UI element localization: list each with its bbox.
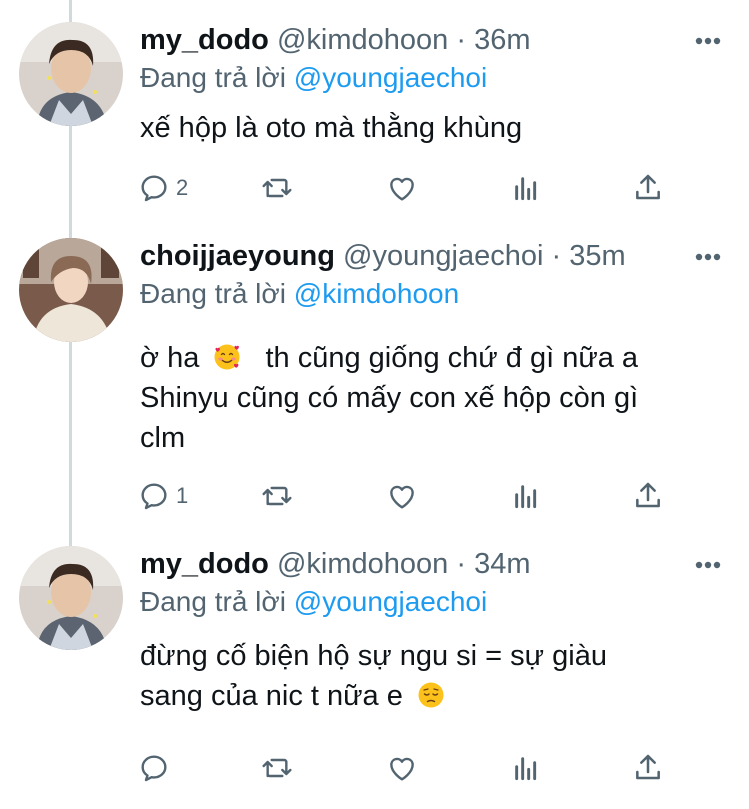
tweet-text-line: clm <box>140 422 186 454</box>
analytics-icon <box>515 757 537 781</box>
retweet-icon <box>262 486 292 506</box>
replying-to: Đang trả lời @youngjaechoi <box>140 62 487 94</box>
tweet-text-line: ờ ha th cũng giống chứ đ gì nữa a <box>140 338 720 378</box>
like-icon <box>390 485 414 509</box>
share-icon <box>636 482 660 508</box>
more-icon[interactable] <box>695 561 721 569</box>
share-button[interactable] <box>632 168 664 208</box>
tweet-text-line: sang của nic t nữa e <box>140 676 720 716</box>
tweet-header: my_dodo @kimdohoon · 36m <box>140 24 531 57</box>
share-button[interactable] <box>632 476 664 516</box>
tweet-text: đừng cố biện hộ sự ngu si = sự giàu sang… <box>140 636 720 716</box>
display-name[interactable]: my_dodo <box>140 548 269 580</box>
share-icon <box>636 754 660 780</box>
analytics-icon <box>515 485 537 509</box>
mention-link[interactable]: @kimdohoon <box>294 278 459 309</box>
username[interactable]: @kimdohoon <box>277 548 448 580</box>
tweet-text-line: xế hộp là oto mà thằng khùng <box>140 112 523 144</box>
tweet-text-segment: sang của nic t nữa e <box>140 680 403 712</box>
separator-dot: · <box>456 24 467 56</box>
avatar[interactable] <box>19 238 123 342</box>
tweet-2[interactable]: choijjaeyoung @youngjaechoi · 35m Đang t… <box>0 216 749 532</box>
reply-count: 2 <box>176 175 189 200</box>
replying-to: Đang trả lời @youngjaechoi <box>140 586 487 618</box>
mention-link[interactable]: @youngjaechoi <box>294 62 487 93</box>
username[interactable]: @kimdohoon <box>277 24 448 56</box>
analytics-icon <box>515 177 537 201</box>
timestamp[interactable]: 35m <box>569 240 625 272</box>
reply-icon <box>141 175 167 202</box>
reply-button[interactable] <box>138 748 176 788</box>
reply-button[interactable]: 2 <box>138 168 188 208</box>
tweet-text-segment: ờ ha <box>140 342 200 374</box>
retweet-button[interactable] <box>261 476 293 516</box>
pensive-face-icon <box>418 682 444 708</box>
like-button[interactable] <box>386 168 418 208</box>
more-icon[interactable] <box>695 37 721 45</box>
retweet-icon <box>262 178 292 198</box>
action-bar <box>138 748 668 788</box>
replying-to: Đang trả lời @kimdohoon <box>140 278 459 310</box>
avatar[interactable] <box>19 546 123 650</box>
tweet-text-segment: th cũng giống chứ đ gì nữa a <box>265 342 639 374</box>
separator-dot: · <box>551 240 562 272</box>
display-name[interactable]: choijjaeyoung <box>140 240 335 272</box>
like-icon <box>390 177 414 201</box>
action-bar: 1 <box>138 476 668 516</box>
tweet-3[interactable]: my_dodo @kimdohoon · 34m Đang trả lời @y… <box>0 524 749 809</box>
retweet-button[interactable] <box>261 748 293 788</box>
analytics-button[interactable] <box>510 748 542 788</box>
avatar[interactable] <box>19 22 123 126</box>
reply-count: 1 <box>176 483 189 508</box>
tweet-text-line: đừng cố biện hộ sự ngu si = sự giàu <box>140 640 607 672</box>
tweet-header: choijjaeyoung @youngjaechoi · 35m <box>140 240 626 273</box>
like-button[interactable] <box>386 748 418 788</box>
analytics-button[interactable] <box>510 168 542 208</box>
tweet-header: my_dodo @kimdohoon · 34m <box>140 548 531 581</box>
retweet-icon <box>262 758 292 778</box>
retweet-button[interactable] <box>261 168 293 208</box>
reply-icon <box>141 755 167 782</box>
like-button[interactable] <box>386 476 418 516</box>
replying-to-label: Đang trả lời <box>140 278 286 309</box>
more-icon[interactable] <box>695 253 721 261</box>
tweet-text: xế hộp là oto mà thằng khùng <box>140 108 720 148</box>
share-icon <box>636 174 660 200</box>
username[interactable]: @youngjaechoi <box>343 240 543 272</box>
share-button[interactable] <box>632 748 664 788</box>
mention-link[interactable]: @youngjaechoi <box>294 586 487 617</box>
tweet-1[interactable]: my_dodo @kimdohoon · 36m Đang trả lời @y… <box>0 0 749 216</box>
tweet-text: ờ ha th cũng giống chứ đ gì nữa a Shinyu… <box>140 338 720 458</box>
smiling-face-with-hearts-icon <box>214 344 240 370</box>
action-bar: 2 <box>138 168 668 208</box>
timestamp[interactable]: 36m <box>474 24 530 56</box>
like-icon <box>390 757 414 781</box>
replying-to-label: Đang trả lời <box>140 62 286 93</box>
timestamp[interactable]: 34m <box>474 548 530 580</box>
replying-to-label: Đang trả lời <box>140 586 286 617</box>
reply-icon <box>141 483 167 510</box>
display-name[interactable]: my_dodo <box>140 24 269 56</box>
analytics-button[interactable] <box>510 476 542 516</box>
separator-dot: · <box>456 548 467 580</box>
reply-button[interactable]: 1 <box>138 476 188 516</box>
tweet-text-line: Shinyu cũng có mấy con xế hộp còn gì <box>140 382 639 414</box>
